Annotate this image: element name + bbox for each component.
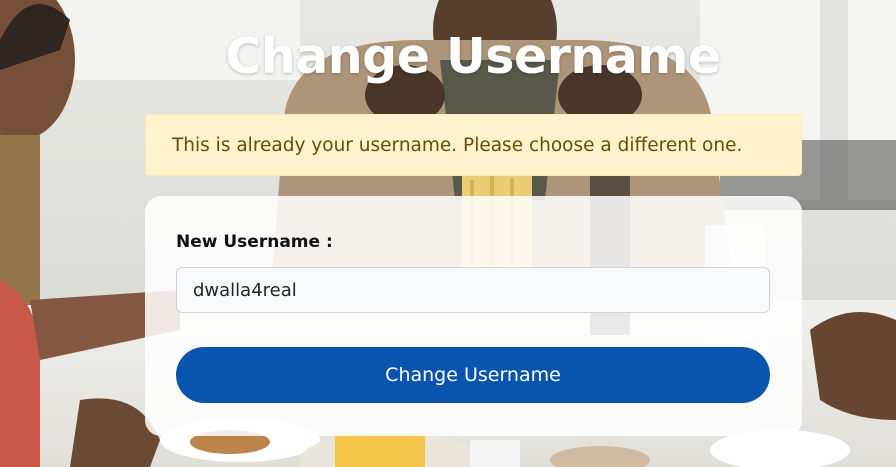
- change-username-form: New Username : Change Username: [145, 196, 802, 436]
- change-username-button[interactable]: Change Username: [176, 347, 770, 403]
- warning-alert: This is already your username. Please ch…: [145, 114, 802, 176]
- new-username-label: New Username :: [176, 232, 333, 252]
- alert-message: This is already your username. Please ch…: [172, 135, 743, 156]
- page-title: Change Username: [225, 28, 721, 85]
- new-username-input[interactable]: [176, 267, 770, 313]
- change-username-page: Change Username This is already your use…: [0, 0, 896, 467]
